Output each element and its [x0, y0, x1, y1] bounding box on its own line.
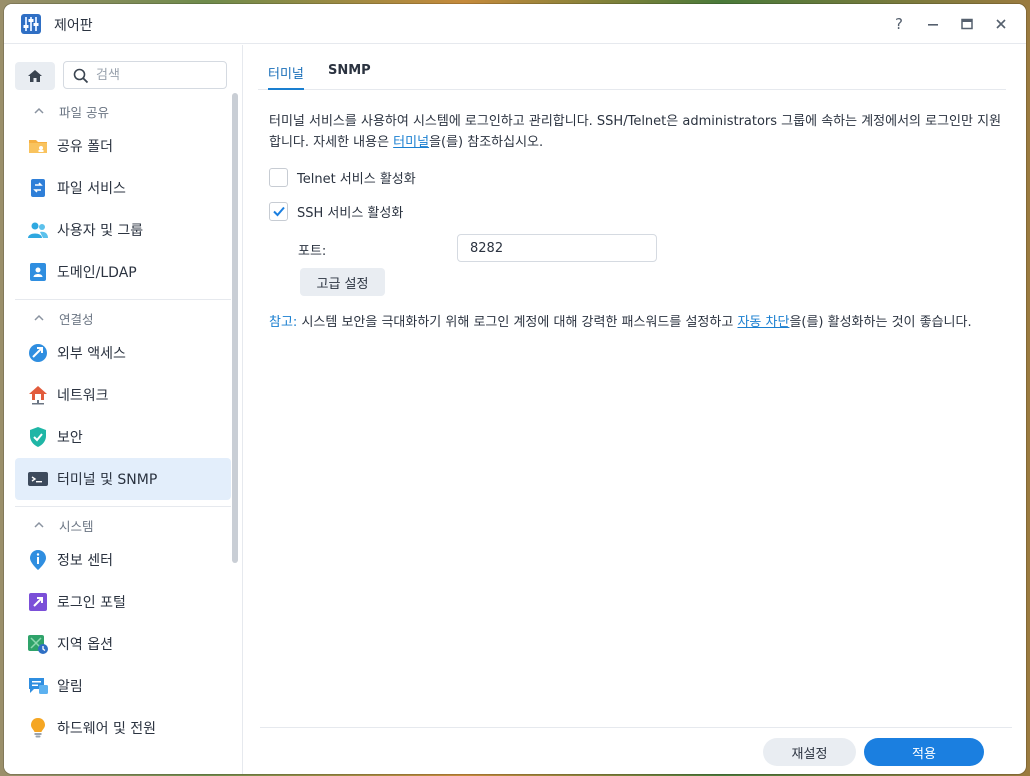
- apply-button[interactable]: 적용: [864, 738, 984, 766]
- sidebar-nav: 파일 공유 공유 폴더 파일 서비스 사용자 및 그룹 도메인/LDAP 연결성…: [15, 97, 231, 749]
- info-center-icon: [30, 550, 46, 570]
- ssh-checkbox[interactable]: [269, 201, 288, 221]
- security-shield-icon: [30, 427, 46, 447]
- checkmark-icon: [272, 206, 285, 217]
- chevron-up-icon: [34, 107, 44, 114]
- section-label: 파일 공유: [59, 104, 109, 120]
- window-controls: ?: [888, 12, 1012, 36]
- section-label: 시스템: [59, 518, 94, 534]
- sidebar-item-notification[interactable]: 알림: [15, 665, 231, 707]
- help-button[interactable]: ?: [888, 12, 910, 36]
- telnet-checkbox[interactable]: [269, 167, 288, 187]
- search-input[interactable]: [96, 66, 221, 84]
- sidebar-item-security[interactable]: 보안: [15, 416, 231, 458]
- tab-terminal[interactable]: 터미널: [268, 63, 304, 90]
- sidebar-item-label: 지역 옵션: [57, 637, 113, 653]
- port-input[interactable]: [457, 234, 657, 262]
- terminal-settings: 터미널 서비스를 사용하여 시스템에 로그인하고 관리합니다. SSH/Teln…: [269, 111, 1002, 333]
- close-icon: [996, 19, 1006, 29]
- sidebar-item-external-access[interactable]: 외부 액세스: [15, 332, 231, 374]
- hardware-power-icon: [31, 718, 45, 738]
- maximize-button[interactable]: [956, 12, 978, 36]
- sidebar-item-users-groups[interactable]: 사용자 및 그룹: [15, 209, 231, 251]
- sidebar-item-info-center[interactable]: 정보 센터: [15, 539, 231, 581]
- sidebar-item-label: 도메인/LDAP: [57, 265, 137, 281]
- close-button[interactable]: [990, 12, 1012, 36]
- users-groups-icon: [28, 222, 48, 238]
- sidebar-item-regional-options[interactable]: 지역 옵션: [15, 623, 231, 665]
- ssh-label: SSH 서비스 활성화: [297, 205, 404, 221]
- security-note: 참고: 시스템 보안을 극대화하기 위해 로그인 계정에 대해 강력한 패스워드…: [269, 312, 1002, 333]
- section-header-file-sharing[interactable]: 파일 공유: [15, 97, 231, 125]
- port-row: 포트:: [269, 234, 1002, 262]
- minimize-button[interactable]: [922, 12, 944, 36]
- note-text-end: 을(를) 활성화하는 것이 좋습니다.: [789, 315, 972, 330]
- sidebar-item-shared-folder[interactable]: 공유 폴더: [15, 125, 231, 167]
- file-services-icon: [31, 179, 45, 197]
- description-text: 터미널 서비스를 사용하여 시스템에 로그인하고 관리합니다. SSH/Teln…: [269, 114, 1002, 150]
- sidebar-item-label: 사용자 및 그룹: [57, 223, 144, 239]
- description-text-end: 을(를) 참조하십시오.: [429, 135, 544, 150]
- chevron-up-icon: [34, 521, 44, 528]
- home-button[interactable]: [15, 62, 55, 90]
- sidebar-item-terminal-snmp[interactable]: 터미널 및 SNMP: [15, 458, 231, 500]
- window-title: 제어판: [54, 18, 93, 34]
- maximize-icon: [961, 18, 973, 30]
- network-icon: [29, 386, 47, 405]
- sidebar-item-label: 파일 서비스: [57, 181, 126, 197]
- telnet-option: Telnet 서비스 활성화: [269, 167, 1002, 187]
- terminal-description: 터미널 서비스를 사용하여 시스템에 로그인하고 관리합니다. SSH/Teln…: [269, 111, 1002, 153]
- sidebar-item-label: 로그인 포털: [57, 595, 126, 611]
- sidebar-item-login-portal[interactable]: 로그인 포털: [15, 581, 231, 623]
- section-header-connectivity[interactable]: 연결성: [15, 304, 231, 332]
- sidebar-item-domain-ldap[interactable]: 도메인/LDAP: [15, 251, 231, 293]
- sidebar-item-label: 터미널 및 SNMP: [57, 472, 158, 488]
- footer-divider: [260, 727, 1012, 728]
- domain-ldap-icon: [30, 263, 46, 281]
- minimize-icon: [928, 24, 938, 26]
- sidebar-item-label: 보안: [57, 430, 83, 446]
- external-access-icon: [29, 344, 47, 362]
- home-icon: [28, 70, 42, 82]
- sidebar-item-label: 알림: [57, 679, 83, 695]
- reset-button[interactable]: 재설정: [763, 738, 856, 766]
- search-box[interactable]: [63, 61, 227, 89]
- regional-options-icon: [28, 635, 48, 654]
- chevron-up-icon: [34, 314, 44, 321]
- sidebar-item-label: 하드웨어 및 전원: [57, 721, 157, 737]
- sidebar-item-hardware-power[interactable]: 하드웨어 및 전원: [15, 707, 231, 749]
- port-label: 포트:: [298, 244, 327, 259]
- control-panel-app-icon: [21, 14, 41, 34]
- title-bar: 제어판 ?: [4, 4, 1026, 44]
- search-icon: [73, 68, 89, 84]
- sidebar-item-label: 공유 폴더: [57, 139, 113, 155]
- main-panel: 터미널 SNMP 터미널 서비스를 사용하여 시스템에 로그인하고 관리합니다.…: [244, 45, 1026, 774]
- ssh-option: SSH 서비스 활성화: [269, 201, 1002, 221]
- sidebar-divider: [15, 506, 231, 507]
- section-label: 연결성: [59, 311, 94, 327]
- sidebar-item-label: 네트워크: [57, 388, 109, 404]
- sidebar-item-file-services[interactable]: 파일 서비스: [15, 167, 231, 209]
- section-header-system[interactable]: 시스템: [15, 511, 231, 539]
- auto-block-link[interactable]: 자동 차단: [737, 315, 789, 330]
- terminal-help-link[interactable]: 터미널: [393, 135, 429, 150]
- notification-icon: [29, 678, 48, 694]
- advanced-settings-button[interactable]: 고급 설정: [300, 268, 385, 296]
- note-lead: 참고:: [269, 315, 298, 330]
- sidebar-item-network[interactable]: 네트워크: [15, 374, 231, 416]
- login-portal-icon: [29, 593, 47, 611]
- sidebar: 파일 공유 공유 폴더 파일 서비스 사용자 및 그룹 도메인/LDAP: [4, 45, 243, 774]
- sidebar-item-label: 외부 액세스: [57, 346, 126, 362]
- terminal-icon: [28, 472, 48, 486]
- tab-bar: 터미널 SNMP: [258, 45, 1006, 90]
- shared-folder-icon: [29, 140, 47, 153]
- sidebar-divider: [15, 299, 231, 300]
- control-panel-window: 제어판 ? 파일 공유: [4, 4, 1026, 774]
- tab-snmp[interactable]: SNMP: [328, 63, 371, 78]
- sidebar-item-label: 정보 센터: [57, 553, 113, 569]
- telnet-label: Telnet 서비스 활성화: [297, 171, 416, 187]
- note-text: 시스템 보안을 극대화하기 위해 로그인 계정에 대해 강력한 패스워드를 설정…: [297, 315, 738, 330]
- sidebar-scrollbar[interactable]: [232, 93, 238, 563]
